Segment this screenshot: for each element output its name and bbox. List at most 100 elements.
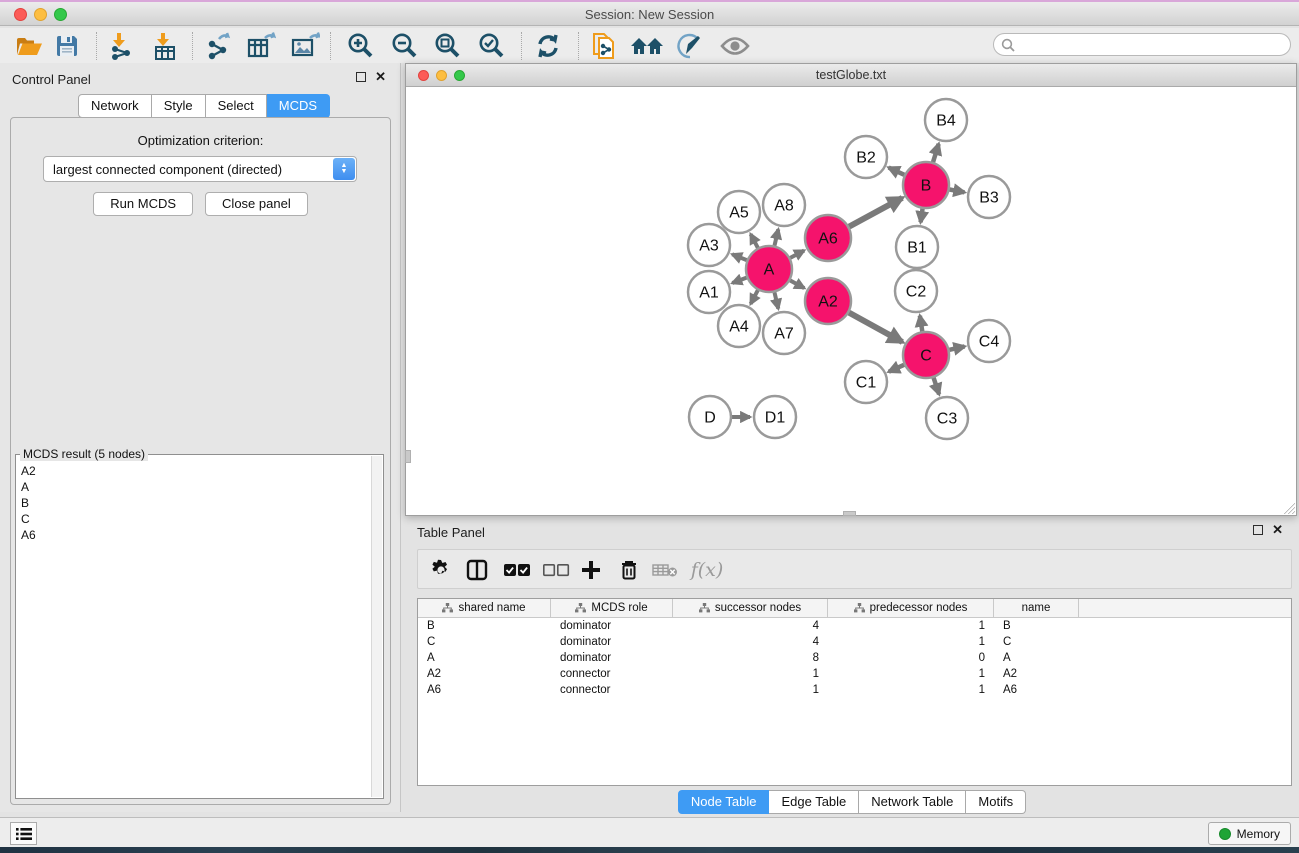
- tab-network-table[interactable]: Network Table: [859, 790, 966, 814]
- select-all-checks-icon[interactable]: [502, 555, 532, 585]
- toolbar-separator: [330, 32, 331, 60]
- memory-status-icon: [1219, 828, 1231, 840]
- delete-icon[interactable]: [614, 555, 644, 585]
- search-input[interactable]: [993, 33, 1291, 56]
- graph-edge-A-A1[interactable]: [732, 278, 746, 283]
- import-network-icon[interactable]: [104, 31, 138, 61]
- tab-network[interactable]: Network: [78, 94, 152, 118]
- graph-edge-A-A3[interactable]: [732, 254, 747, 260]
- graph-edge-A2-C[interactable]: [849, 313, 902, 342]
- open-file-icon[interactable]: [12, 31, 46, 61]
- table-panel-title: Table Panel: [417, 525, 485, 540]
- graph-edge-C-C4[interactable]: [949, 346, 964, 349]
- split-columns-icon[interactable]: [462, 555, 492, 585]
- graph-node-label: C3: [937, 411, 958, 428]
- task-history-button[interactable]: [10, 822, 37, 845]
- cyndex-home-icon[interactable]: [630, 31, 664, 61]
- close-table-panel-icon[interactable]: ✕: [1272, 525, 1283, 535]
- graph-edge-A-A8[interactable]: [774, 229, 778, 245]
- graph-edge-A-A7[interactable]: [774, 292, 778, 308]
- attribute-icon: [854, 603, 865, 613]
- graph-edge-A-A2[interactable]: [790, 280, 804, 288]
- network-document-icon[interactable]: [588, 31, 622, 61]
- table-row[interactable]: Cdominator41C: [418, 634, 1291, 650]
- annotation-icon[interactable]: [673, 31, 707, 61]
- tab-edge-table[interactable]: Edge Table: [769, 790, 859, 814]
- table-cell: dominator: [551, 636, 673, 648]
- float-panel-icon[interactable]: [356, 72, 366, 82]
- mcds-result-item[interactable]: A: [21, 479, 383, 495]
- network-window-titlebar[interactable]: testGlobe.txt: [406, 64, 1296, 87]
- column-header[interactable]: shared name: [418, 599, 551, 617]
- zoom-fit-icon[interactable]: [430, 31, 464, 61]
- tab-mcds[interactable]: MCDS: [267, 94, 330, 118]
- result-scrollbar[interactable]: [371, 456, 382, 797]
- graph-edge-C-C3[interactable]: [934, 378, 940, 395]
- graph-edge-B-B4[interactable]: [933, 144, 939, 162]
- table-row[interactable]: A6connector11A6: [418, 682, 1291, 698]
- graph-edge-C-C1[interactable]: [889, 365, 904, 372]
- close-panel-icon[interactable]: ✕: [375, 72, 386, 82]
- add-column-icon[interactable]: [576, 555, 606, 585]
- table-row[interactable]: Bdominator41B: [418, 618, 1291, 634]
- graph-edge-A-A6[interactable]: [790, 251, 804, 258]
- zoom-in-icon[interactable]: [343, 31, 377, 61]
- level-of-detail-eye-icon[interactable]: [718, 31, 752, 61]
- clear-checks-icon[interactable]: [541, 555, 571, 585]
- export-image-icon[interactable]: [288, 31, 322, 61]
- graph-edge-A-A4[interactable]: [751, 290, 758, 304]
- table-row[interactable]: A2connector11A2: [418, 666, 1291, 682]
- graph-node-label: B2: [856, 150, 876, 167]
- mcds-result-item[interactable]: C: [21, 511, 383, 527]
- mcds-result-item[interactable]: B: [21, 495, 383, 511]
- column-header[interactable]: name: [994, 599, 1079, 617]
- export-table-icon[interactable]: [244, 31, 278, 61]
- memory-label: Memory: [1237, 827, 1280, 841]
- mcds-result-item[interactable]: A6: [21, 527, 383, 543]
- zoom-selected-icon[interactable]: [474, 31, 508, 61]
- table-cell: connector: [551, 668, 673, 680]
- control-panel-tabs: NetworkStyleSelectMCDS: [78, 94, 330, 118]
- graph-edge-C-C2[interactable]: [920, 316, 922, 332]
- save-session-icon[interactable]: [50, 31, 84, 61]
- table-cell: A6: [994, 684, 1079, 696]
- graph-edge-A-A5[interactable]: [751, 234, 758, 248]
- memory-button[interactable]: Memory: [1208, 822, 1291, 845]
- tab-select[interactable]: Select: [206, 94, 267, 118]
- criterion-dropdown[interactable]: largest connected component (directed) ▲…: [43, 156, 357, 182]
- close-panel-button[interactable]: Close panel: [205, 192, 308, 216]
- graph-edge-A6-B[interactable]: [849, 198, 902, 227]
- table-cell: dominator: [551, 652, 673, 664]
- control-panel-title: Control Panel: [12, 72, 91, 87]
- graph-edge-B-B1[interactable]: [921, 209, 923, 223]
- column-header[interactable]: predecessor nodes: [828, 599, 994, 617]
- float-table-panel-icon[interactable]: [1253, 525, 1263, 535]
- run-mcds-button[interactable]: Run MCDS: [93, 192, 193, 216]
- export-network-icon[interactable]: [202, 31, 236, 61]
- mcds-result-item[interactable]: A2: [21, 463, 383, 479]
- table-row[interactable]: Adominator80A: [418, 650, 1291, 666]
- column-header[interactable]: MCDS role: [551, 599, 673, 617]
- graph-node-label: A3: [699, 238, 719, 255]
- refresh-icon[interactable]: [531, 31, 565, 61]
- network-canvas[interactable]: AA1A2A3A4A5A6A7A8BB1B2B3B4CC1C2C3C4DD1: [406, 87, 1296, 515]
- table-cell: A2: [418, 668, 551, 680]
- zoom-out-icon[interactable]: [387, 31, 421, 61]
- vertical-scrollbar-handle[interactable]: [405, 450, 411, 463]
- horizontal-scrollbar-handle[interactable]: [843, 511, 856, 516]
- column-header[interactable]: successor nodes: [673, 599, 828, 617]
- control-panel: Control Panel ✕ NetworkStyleSelectMCDS O…: [0, 63, 401, 812]
- mcds-result-list[interactable]: A2ABCA6: [16, 455, 383, 543]
- tab-style[interactable]: Style: [152, 94, 206, 118]
- graph-edge-B-B3[interactable]: [950, 189, 965, 192]
- tab-node-table[interactable]: Node Table: [678, 790, 770, 814]
- graph-edge-B-B2[interactable]: [889, 168, 905, 175]
- node-table[interactable]: shared nameMCDS rolesuccessor nodesprede…: [417, 598, 1292, 786]
- graph-node-label: B1: [907, 240, 927, 257]
- window-resize-grip[interactable]: [1283, 502, 1295, 514]
- main-toolbar: [0, 28, 1299, 64]
- mcds-panel: Optimization criterion: largest connecte…: [10, 117, 391, 805]
- gear-icon[interactable]: [426, 555, 456, 585]
- import-table-icon[interactable]: [148, 31, 182, 61]
- tab-motifs[interactable]: Motifs: [966, 790, 1026, 814]
